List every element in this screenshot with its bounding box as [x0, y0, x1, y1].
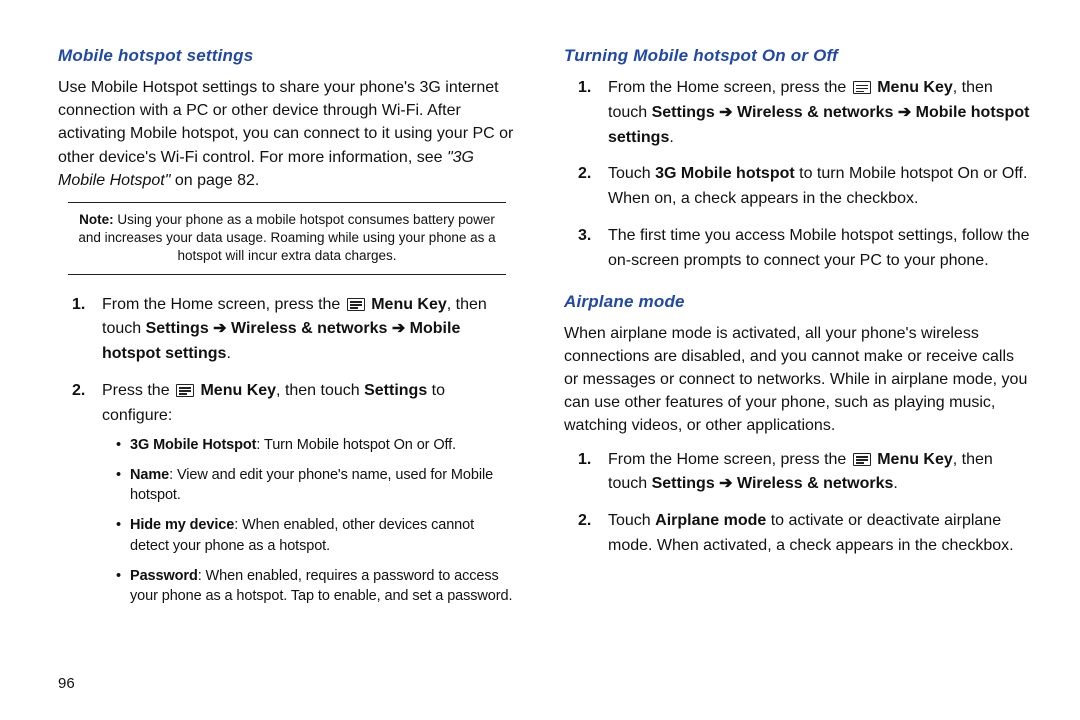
step2-menukey: Menu Key: [196, 382, 276, 399]
note-body: Using your phone as a mobile hotspot con…: [78, 212, 495, 263]
menu-key-icon: [853, 453, 871, 466]
t1s1-wireless: Wireless & networks: [737, 104, 893, 121]
airplane-intro: When airplane mode is activated, all you…: [564, 322, 1030, 438]
air2-a: Touch: [608, 512, 655, 529]
bullet-3g-hotspot: 3G Mobile Hotspot: Turn Mobile hotspot O…: [116, 435, 516, 455]
t1-step-2: Touch 3G Mobile hotspot to turn Mobile h…: [586, 162, 1030, 212]
config-bullets: 3G Mobile Hotspot: Turn Mobile hotspot O…: [116, 435, 516, 607]
arrow-icon: ➔: [209, 320, 231, 337]
turning-hotspot-steps: From the Home screen, press the Menu Key…: [586, 76, 1030, 274]
airplane-steps: From the Home screen, press the Menu Key…: [586, 448, 1030, 559]
bullet-label: Password: [130, 568, 198, 584]
air-step-1: From the Home screen, press the Menu Key…: [586, 448, 1030, 498]
arrow-icon: ➔: [387, 320, 409, 337]
air1-c: .: [893, 475, 897, 492]
air1-settings: Settings: [652, 475, 715, 492]
note-label: Note:: [79, 212, 114, 227]
intro-text-b: on page 82.: [170, 172, 259, 189]
bullet-password: Password: When enabled, requires a passw…: [116, 566, 516, 607]
intro-text-a: Use Mobile Hotspot settings to share you…: [58, 79, 513, 166]
right-column: Turning Mobile hotspot On or Off From th…: [540, 40, 1040, 700]
t1s2-label: 3G Mobile hotspot: [655, 165, 795, 182]
step2-text-b: , then touch: [276, 382, 364, 399]
arrow-icon: ➔: [715, 104, 737, 121]
menu-key-icon: [176, 384, 194, 397]
t1-step-3: The first time you access Mobile hotspot…: [586, 224, 1030, 274]
step2-text-a: Press the: [102, 382, 174, 399]
air1-a: From the Home screen, press the: [608, 451, 851, 468]
step1-text-a: From the Home screen, press the: [102, 296, 345, 313]
air1-wireless: Wireless & networks: [737, 475, 893, 492]
bullet-name: Name: View and edit your phone's name, u…: [116, 465, 516, 506]
air-step-2: Touch Airplane mode to activate or deact…: [586, 509, 1030, 559]
heading-mobile-hotspot-settings: Mobile hotspot settings: [58, 46, 516, 66]
t1s2-a: Touch: [608, 165, 655, 182]
air1-menukey: Menu Key: [873, 451, 953, 468]
heading-airplane-mode: Airplane mode: [564, 292, 1030, 312]
menu-key-icon: [853, 81, 871, 94]
left-column: Mobile hotspot settings Use Mobile Hotsp…: [40, 40, 540, 700]
page-number: 96: [58, 675, 75, 692]
t1s3-text: The first time you access Mobile hotspot…: [608, 227, 1030, 269]
bullet-label: Name: [130, 467, 169, 483]
bullet-text: : Turn Mobile hotspot On or Off.: [256, 437, 456, 453]
menu-key-icon: [347, 298, 365, 311]
t1s1-settings: Settings: [652, 104, 715, 121]
bullet-text: : View and edit your phone's name, used …: [130, 467, 493, 503]
t1-step-1: From the Home screen, press the Menu Key…: [586, 76, 1030, 150]
note-content: Note: Using your phone as a mobile hotsp…: [70, 211, 504, 266]
manual-page: Mobile hotspot settings Use Mobile Hotsp…: [0, 0, 1080, 720]
bullet-hide-device: Hide my device: When enabled, other devi…: [116, 515, 516, 556]
step1-menukey: Menu Key: [367, 296, 447, 313]
hotspot-config-steps: From the Home screen, press the Menu Key…: [80, 293, 516, 607]
t1s1-menukey: Menu Key: [873, 79, 953, 96]
path-wireless: Wireless & networks: [231, 320, 387, 337]
t1s1-a: From the Home screen, press the: [608, 79, 851, 96]
step2-settings: Settings: [364, 382, 427, 399]
step-1: From the Home screen, press the Menu Key…: [80, 293, 516, 367]
bullet-label: 3G Mobile Hotspot: [130, 437, 256, 453]
air2-label: Airplane mode: [655, 512, 766, 529]
note-box: Note: Using your phone as a mobile hotsp…: [68, 202, 506, 275]
bullet-label: Hide my device: [130, 517, 234, 533]
heading-turning-hotspot: Turning Mobile hotspot On or Off: [564, 46, 1030, 66]
t1s1-c: .: [669, 129, 673, 146]
arrow-icon: ➔: [715, 475, 737, 492]
step-2: Press the Menu Key, then touch Settings …: [80, 379, 516, 607]
path-settings: Settings: [146, 320, 209, 337]
arrow-icon: ➔: [893, 104, 915, 121]
step1-text-c: .: [226, 345, 230, 362]
intro-paragraph: Use Mobile Hotspot settings to share you…: [58, 76, 516, 192]
